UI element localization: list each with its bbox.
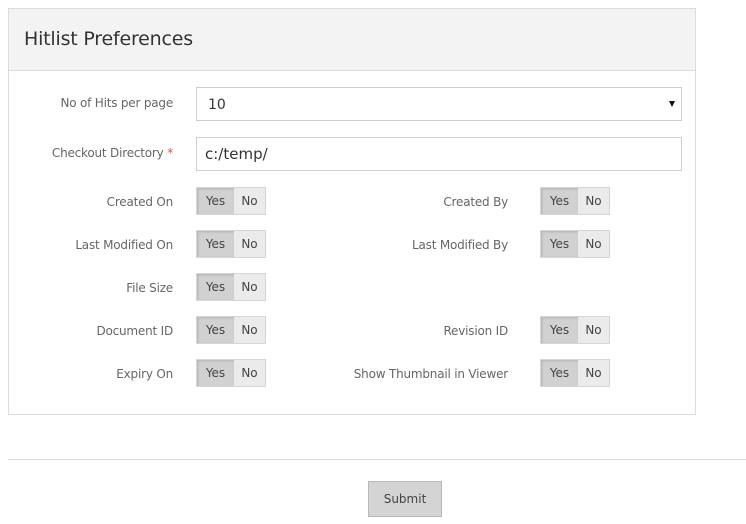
revision-id-yes-button[interactable]: Yes (541, 317, 578, 343)
created-by-label: Created By (443, 195, 508, 209)
last-modified-on-label: Last Modified On (75, 238, 173, 252)
document-id-label: Document ID (96, 324, 173, 338)
show-thumbnail-label: Show Thumbnail in Viewer (353, 367, 508, 381)
file-size-yes-button[interactable]: Yes (197, 274, 234, 300)
submit-button[interactable]: Submit (368, 481, 442, 517)
last-modified-by-no-button[interactable]: No (578, 231, 609, 257)
checkout-directory-label: Checkout Directory * (52, 146, 173, 160)
show-thumbnail-no-button[interactable]: No (578, 360, 609, 386)
checkout-directory-input[interactable] (196, 137, 682, 171)
last-modified-by-yes-button[interactable]: Yes (541, 231, 578, 257)
last-modified-on-no-button[interactable]: No (234, 231, 265, 257)
hits-per-page-label: No of Hits per page (60, 96, 173, 110)
last-modified-on-yes-button[interactable]: Yes (197, 231, 234, 257)
file-size-toggle[interactable]: Yes No (196, 273, 266, 301)
hits-per-page-select[interactable]: 10 (196, 87, 682, 121)
created-on-no-button[interactable]: No (234, 188, 265, 214)
expiry-on-label: Expiry On (116, 367, 173, 381)
created-on-toggle[interactable]: Yes No (196, 187, 266, 215)
show-thumbnail-toggle[interactable]: Yes No (540, 359, 610, 387)
checkout-directory-label-text: Checkout Directory (51, 146, 164, 160)
panel-title: Hitlist Preferences (24, 28, 193, 50)
hits-per-page-value: 10 (208, 97, 226, 113)
show-thumbnail-yes-button[interactable]: Yes (541, 360, 578, 386)
hitlist-preferences-panel: Hitlist Preferences No of Hits per page … (8, 8, 696, 415)
expiry-on-no-button[interactable]: No (234, 360, 265, 386)
dropdown-caret-icon (669, 101, 675, 107)
revision-id-no-button[interactable]: No (578, 317, 609, 343)
file-size-label: File Size (126, 281, 173, 295)
last-modified-by-label: Last Modified By (412, 238, 508, 252)
revision-id-toggle[interactable]: Yes No (540, 316, 610, 344)
footer-divider (8, 459, 746, 460)
revision-id-label: Revision ID (443, 324, 508, 338)
created-by-toggle[interactable]: Yes No (540, 187, 610, 215)
last-modified-by-toggle[interactable]: Yes No (540, 230, 610, 258)
document-id-yes-button[interactable]: Yes (197, 317, 234, 343)
created-on-label: Created On (106, 195, 174, 209)
document-id-no-button[interactable]: No (234, 317, 265, 343)
file-size-no-button[interactable]: No (234, 274, 265, 300)
created-by-no-button[interactable]: No (578, 188, 609, 214)
expiry-on-toggle[interactable]: Yes No (196, 359, 266, 387)
required-marker: * (167, 146, 173, 160)
document-id-toggle[interactable]: Yes No (196, 316, 266, 344)
last-modified-on-toggle[interactable]: Yes No (196, 230, 266, 258)
created-on-yes-button[interactable]: Yes (197, 188, 234, 214)
expiry-on-yes-button[interactable]: Yes (197, 360, 234, 386)
created-by-yes-button[interactable]: Yes (541, 188, 578, 214)
